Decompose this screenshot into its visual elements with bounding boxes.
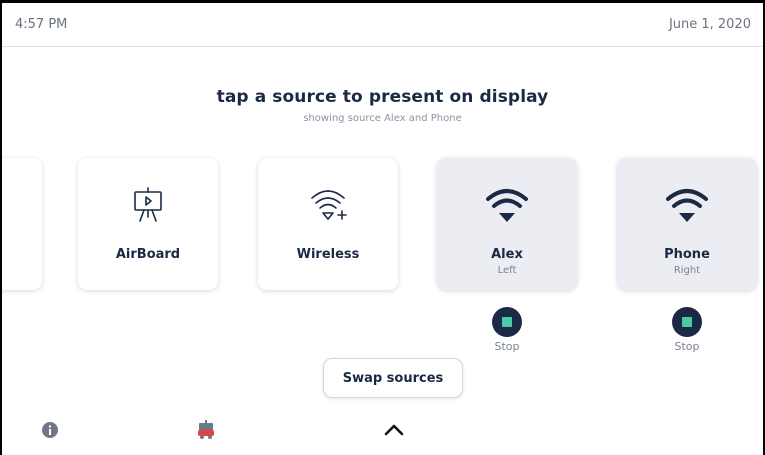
- stop-label: Stop: [674, 340, 700, 353]
- source-card-wireless[interactable]: Wireless: [258, 158, 398, 290]
- source-card-airboard[interactable]: AirBoard: [78, 158, 218, 290]
- source-label: Alex: [491, 247, 523, 262]
- stop-control-phone: Stop: [657, 307, 717, 353]
- source-position: Right: [673, 265, 701, 276]
- stop-icon: [502, 317, 512, 327]
- source-position: Left: [497, 265, 517, 276]
- cart-icon[interactable]: [195, 419, 217, 441]
- stop-control-alex: Stop: [477, 307, 537, 353]
- stop-label: Stop: [494, 340, 520, 353]
- source-card-offscreen[interactable]: [2, 158, 42, 290]
- screen: 4:57 PM June 1, 2020 tap a source to pre…: [0, 0, 765, 455]
- header-divider: [2, 46, 763, 47]
- source-card-phone[interactable]: Phone Right: [617, 158, 757, 290]
- wireless-add-icon: [258, 186, 398, 226]
- wifi-icon: [617, 186, 757, 226]
- airboard-icon: [78, 186, 218, 226]
- page-title: tap a source to present on display: [216, 87, 549, 107]
- stop-button-phone[interactable]: [672, 307, 702, 337]
- stop-icon: [682, 317, 692, 327]
- source-card-alex[interactable]: Alex Left: [437, 158, 577, 290]
- stop-button-alex[interactable]: [492, 307, 522, 337]
- info-icon[interactable]: [41, 421, 59, 439]
- page-subtitle: showing source Alex and Phone: [303, 113, 462, 124]
- source-label: AirBoard: [115, 247, 181, 262]
- source-label: Wireless: [296, 247, 360, 262]
- wifi-icon: [437, 186, 577, 226]
- chevron-up-icon[interactable]: [382, 420, 406, 440]
- source-label: Phone: [664, 247, 710, 262]
- swap-sources-button[interactable]: Swap sources: [323, 358, 463, 398]
- status-date: June 1, 2020: [668, 17, 751, 32]
- status-time: 4:57 PM: [15, 17, 68, 32]
